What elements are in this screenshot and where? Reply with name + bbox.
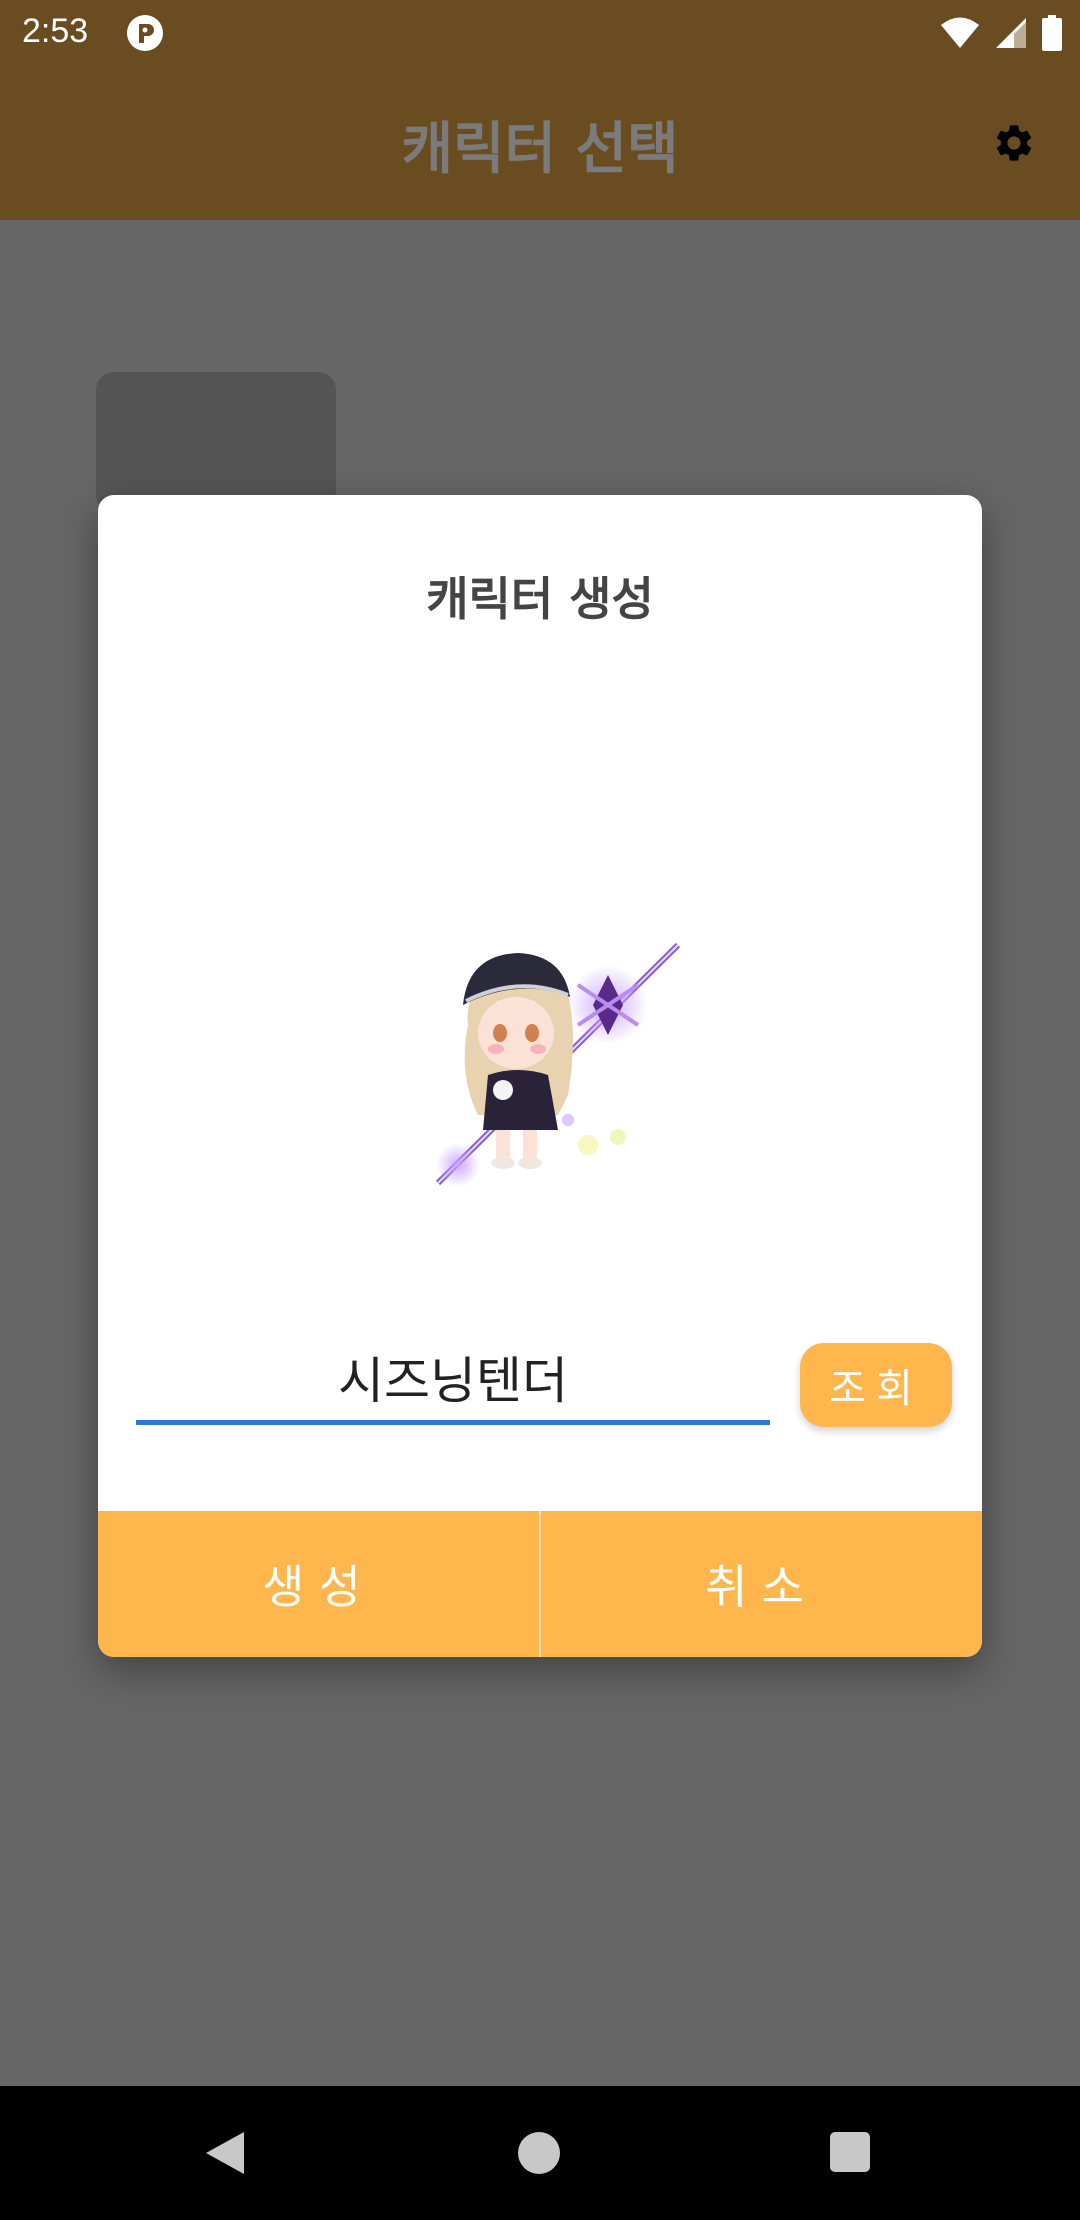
status-time: 2:53 xyxy=(22,12,89,50)
nav-home-icon[interactable] xyxy=(518,2132,560,2174)
wifi-icon xyxy=(941,17,979,48)
dialog-title: 캐릭터 생성 xyxy=(426,572,654,626)
create-character-dialog: 캐릭터 생성 시즈닝텐더 조회 생성 취소 xyxy=(98,495,982,1657)
status-bar: 2:53 xyxy=(0,0,1080,66)
battery-icon xyxy=(1042,15,1062,51)
page-title: 캐릭터 선택 xyxy=(401,117,679,182)
dialog-button-bar: 생성 취소 xyxy=(98,1511,982,1657)
app-notification-icon xyxy=(127,15,163,51)
character-name-input[interactable] xyxy=(136,1333,770,1425)
status-icons xyxy=(940,14,1062,52)
cellular-icon xyxy=(996,18,1026,48)
background-character-slot xyxy=(96,372,336,512)
navigation-bar xyxy=(0,2086,1080,2220)
character-avatar-image xyxy=(435,942,681,1187)
lookup-button[interactable]: 조회 xyxy=(800,1343,952,1427)
nav-back-icon[interactable] xyxy=(204,2130,246,2176)
app-bar: 캐릭터 선택 xyxy=(0,66,1080,220)
settings-icon[interactable] xyxy=(992,121,1036,165)
create-button[interactable]: 생성 xyxy=(98,1511,539,1657)
cancel-button[interactable]: 취소 xyxy=(541,1511,982,1657)
nav-recents-icon[interactable] xyxy=(830,2132,870,2172)
